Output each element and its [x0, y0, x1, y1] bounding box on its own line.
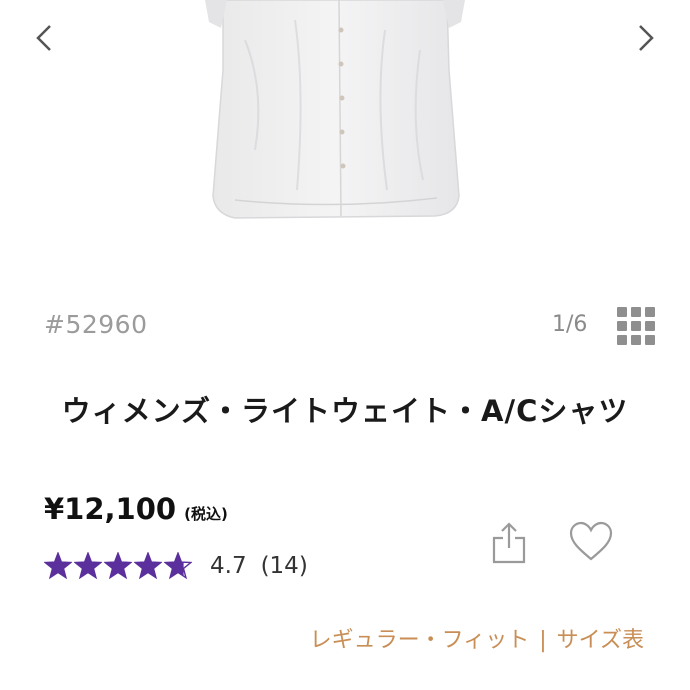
product-rating[interactable]: 4.7 (14)	[44, 552, 308, 580]
product-image-gallery[interactable]	[0, 0, 690, 290]
tax-note: (税込)	[184, 505, 228, 523]
star-icon	[44, 552, 72, 580]
star-icon	[74, 552, 102, 580]
heart-icon[interactable]	[569, 521, 613, 563]
product-price: ¥12,100 (税込)	[44, 492, 228, 526]
chevron-right-icon[interactable]	[630, 22, 660, 54]
image-counter: 1/6	[552, 312, 588, 337]
chevron-left-icon[interactable]	[30, 22, 60, 54]
rating-stars	[44, 552, 192, 580]
product-image	[205, 0, 465, 219]
star-icon	[164, 552, 192, 580]
share-icon[interactable]	[492, 520, 526, 564]
rating-value: 4.7	[210, 553, 247, 579]
fit-link[interactable]: レギュラー・フィット	[310, 628, 530, 653]
star-icon	[104, 552, 132, 580]
product-sku: #52960	[44, 310, 148, 339]
star-icon	[134, 552, 162, 580]
review-count[interactable]: (14)	[261, 553, 308, 579]
size-chart-link[interactable]: サイズ表	[557, 628, 644, 653]
product-title: ウィメンズ・ライトウェイト・A/Cシャツ	[61, 394, 629, 428]
grid-icon[interactable]	[617, 307, 655, 345]
fit-info: レギュラー・フィット | サイズ表	[309, 628, 644, 653]
price-amount: ¥12,100	[44, 492, 177, 526]
